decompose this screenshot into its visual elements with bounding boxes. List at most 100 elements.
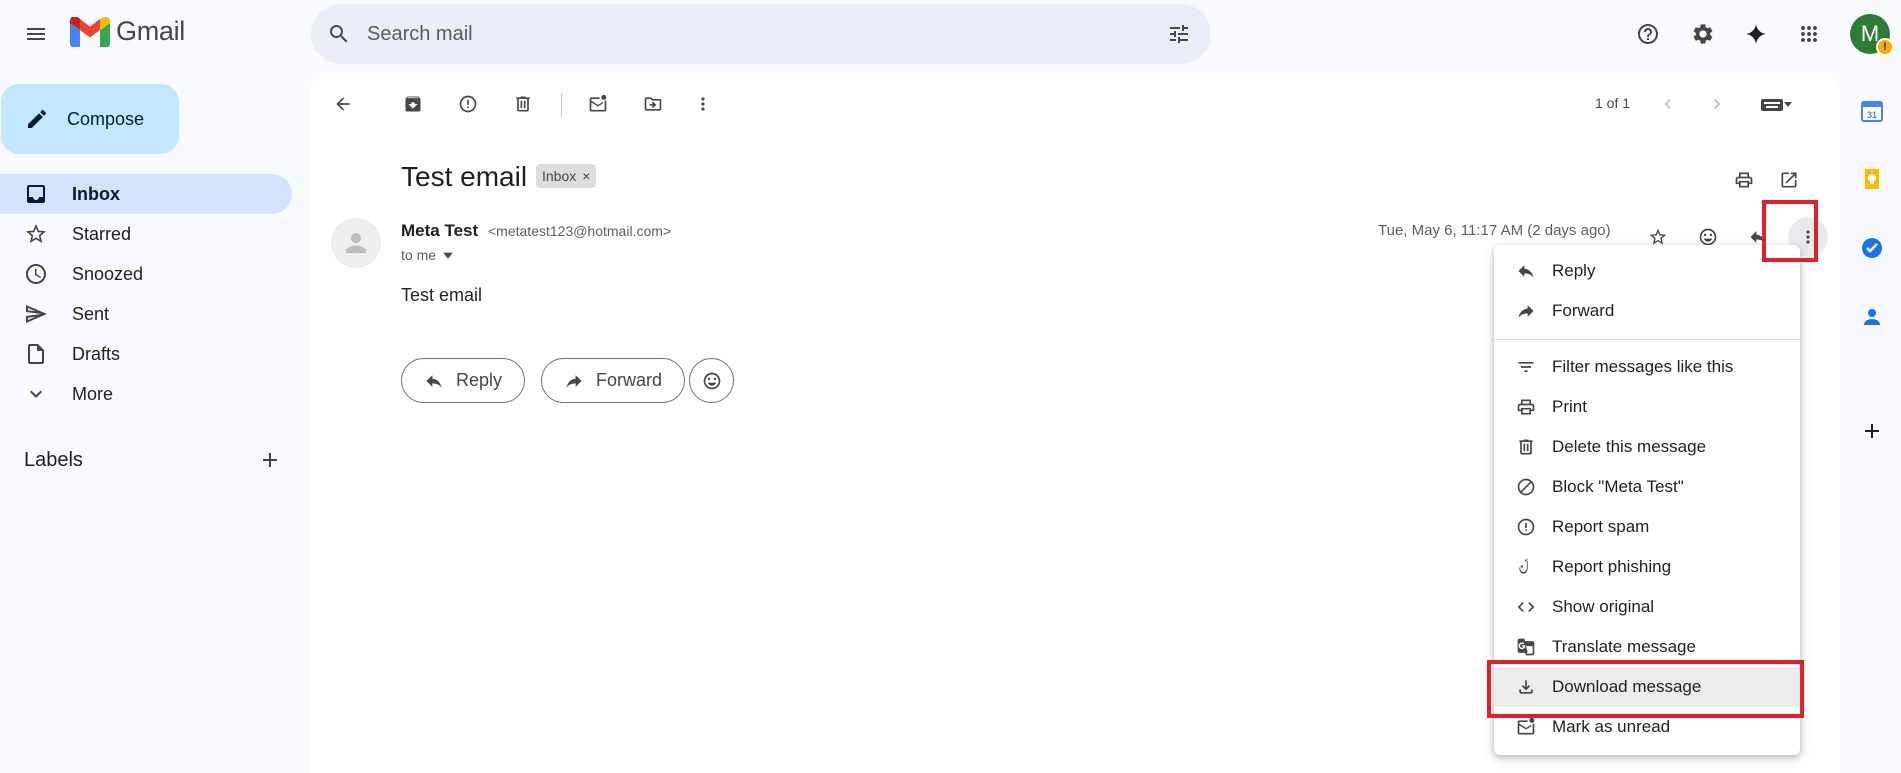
menu-item-delete[interactable]: Delete this message xyxy=(1494,427,1800,467)
chevron-right-icon xyxy=(1714,99,1721,109)
mark-unread-button[interactable] xyxy=(578,84,618,124)
search-input[interactable] xyxy=(367,18,1127,50)
top-bar: Gmail M ! xyxy=(0,0,1901,68)
recipient-details[interactable]: to me xyxy=(401,247,454,263)
settings-button[interactable] xyxy=(1683,14,1723,54)
sender-avatar[interactable] xyxy=(331,218,381,268)
recipient-label: to me xyxy=(401,247,437,263)
caret-down-icon xyxy=(1784,102,1792,107)
older-button[interactable] xyxy=(1697,84,1737,124)
menu-item-print[interactable]: Print xyxy=(1494,387,1800,427)
annotation-highlight-download xyxy=(1487,660,1804,718)
menu-item-label: Show original xyxy=(1552,597,1655,616)
more-vert-icon xyxy=(701,97,705,111)
chevron-left-icon xyxy=(1664,99,1671,109)
sidebar-item-label: Snoozed xyxy=(72,263,144,284)
message-body: Test email xyxy=(401,285,483,305)
sidebar-item-label: Inbox xyxy=(72,183,120,204)
keep-app-button[interactable] xyxy=(1856,163,1888,195)
more-actions-button[interactable] xyxy=(683,84,723,124)
gmail-logo[interactable]: Gmail xyxy=(70,16,185,47)
print-all-button[interactable] xyxy=(1724,160,1764,200)
menu-item-label: Reply xyxy=(1552,261,1596,280)
search-options-icon[interactable] xyxy=(1167,22,1191,46)
arrow-back-icon xyxy=(336,97,350,111)
message-subject: Test email xyxy=(401,161,528,192)
menu-item-label: Report phishing xyxy=(1552,557,1672,576)
menu-item-reply[interactable]: Reply xyxy=(1494,251,1800,291)
labels-header: Labels xyxy=(24,448,282,472)
search-icon[interactable] xyxy=(327,22,351,46)
print-icon xyxy=(1517,399,1535,415)
sidebar-item-label: Drafts xyxy=(72,343,121,364)
compose-button[interactable]: Compose xyxy=(1,84,179,154)
report-spam-button[interactable] xyxy=(448,84,488,124)
sidebar-item-inbox[interactable]: Inbox xyxy=(0,174,292,214)
forward-button[interactable]: Forward xyxy=(541,358,686,403)
calendar-app-button[interactable]: 31 xyxy=(1856,95,1888,127)
contacts-app-button[interactable] xyxy=(1856,301,1888,333)
menu-item-report-phishing[interactable]: Report phishing xyxy=(1494,547,1800,587)
sidebar-item-starred[interactable]: Starred xyxy=(0,214,292,254)
annotation-highlight-more-button xyxy=(1762,200,1818,262)
delete-button[interactable] xyxy=(503,84,543,124)
menu-item-show-original[interactable]: Show original xyxy=(1494,587,1800,627)
keyboard-icon xyxy=(1761,99,1783,111)
caret-down-icon xyxy=(443,252,453,259)
menu-item-label: Block "Meta Test" xyxy=(1552,477,1684,496)
tasks-check-icon xyxy=(1862,238,1882,258)
emoji-reaction-button[interactable] xyxy=(689,358,734,403)
account-avatar[interactable]: M ! xyxy=(1850,14,1894,56)
menu-item-forward[interactable]: Forward xyxy=(1494,291,1800,331)
sidebar-item-sent[interactable]: Sent xyxy=(0,294,292,334)
sidebar-item-snoozed[interactable]: Snoozed xyxy=(0,254,292,294)
sidebar-nav: Inbox Starred Snoozed Sent Drafts More xyxy=(0,174,292,414)
reply-icon xyxy=(426,374,442,388)
chevron-down-icon xyxy=(30,390,42,398)
spam-icon xyxy=(1517,518,1535,536)
forward-icon xyxy=(566,374,582,388)
label-chip-inbox[interactable]: Inbox × xyxy=(536,164,597,188)
main-menu-button[interactable] xyxy=(12,10,60,58)
help-button[interactable] xyxy=(1628,14,1668,54)
send-icon xyxy=(26,305,47,323)
reply-button[interactable]: Reply xyxy=(401,358,526,403)
apps-grid-icon xyxy=(1801,26,1817,42)
get-addons-button[interactable] xyxy=(1856,415,1888,447)
open-in-new-icon xyxy=(1781,172,1797,188)
archive-button[interactable] xyxy=(393,84,433,124)
apps-button[interactable] xyxy=(1789,14,1829,54)
hamburger-menu-icon xyxy=(27,28,45,40)
menu-item-block[interactable]: Block "Meta Test" xyxy=(1494,467,1800,507)
menu-item-label: Delete this message xyxy=(1552,437,1707,456)
filter-icon xyxy=(1518,362,1534,372)
move-to-button[interactable] xyxy=(633,84,673,124)
open-new-window-button[interactable] xyxy=(1769,160,1809,200)
sender-name[interactable]: Meta Test xyxy=(401,221,478,241)
sidebar-item-label: More xyxy=(72,383,114,404)
input-tools-button[interactable] xyxy=(1749,84,1805,124)
newer-button[interactable] xyxy=(1648,84,1688,124)
emoji-icon xyxy=(703,372,720,389)
toolbar-divider xyxy=(561,93,562,117)
gear-icon xyxy=(1693,24,1713,44)
sidebar-item-more[interactable]: More xyxy=(0,374,292,414)
gemini-button[interactable] xyxy=(1736,14,1776,54)
plus-icon xyxy=(1865,424,1879,438)
sender-email: <metatest123@hotmail.com> xyxy=(488,223,672,239)
translate-icon xyxy=(1517,638,1535,656)
menu-item-filter[interactable]: Filter messages like this xyxy=(1494,347,1800,387)
clock-icon xyxy=(26,264,46,284)
remove-label-icon[interactable]: × xyxy=(582,168,590,184)
plus-icon[interactable] xyxy=(258,448,282,472)
sidebar-item-drafts[interactable]: Drafts xyxy=(0,334,292,374)
back-button[interactable] xyxy=(323,84,363,124)
gmail-m-icon xyxy=(70,16,110,47)
star-icon xyxy=(1649,228,1667,245)
message-date: Tue, May 6, 11:17 AM (2 days ago) xyxy=(1378,222,1611,239)
menu-item-report-spam[interactable]: Report spam xyxy=(1494,507,1800,547)
contacts-person-icon xyxy=(1864,309,1880,325)
star-icon xyxy=(26,224,46,243)
tasks-app-button[interactable] xyxy=(1856,232,1888,264)
app-name: Gmail xyxy=(116,16,186,46)
